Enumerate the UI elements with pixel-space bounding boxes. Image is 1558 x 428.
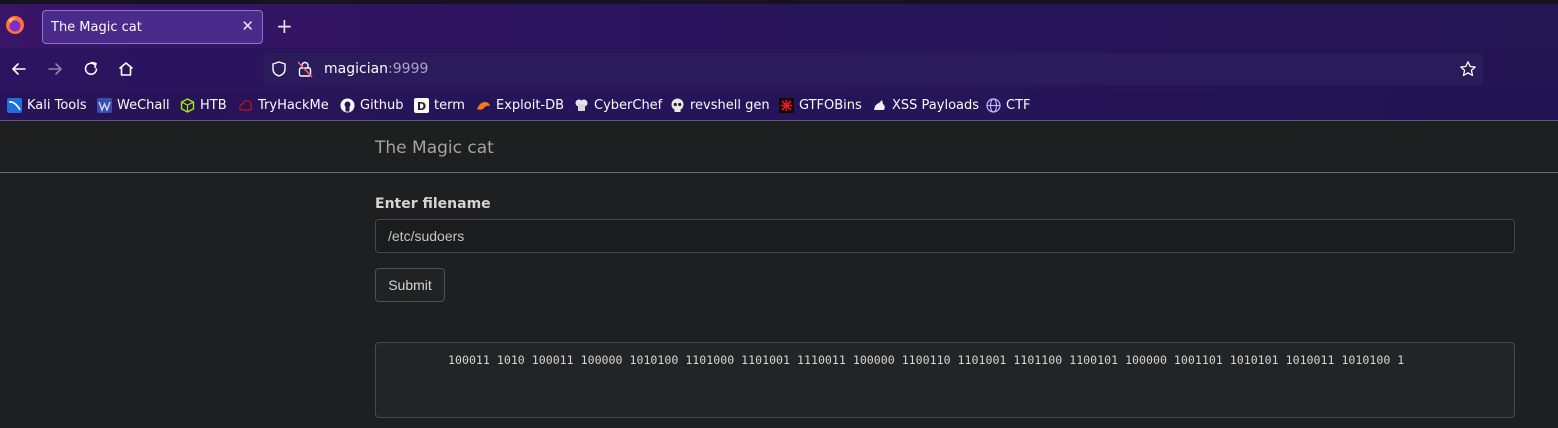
page-content: The Magic cat Enter filename Submit 1000… xyxy=(0,122,1558,428)
url-bar[interactable]: magician:9999 xyxy=(263,53,1483,85)
reload-icon[interactable] xyxy=(81,59,101,79)
term-icon: D xyxy=(414,97,429,113)
bookmark-xss-payloads[interactable]: XSS Payloads xyxy=(872,96,979,114)
bookmark-label: CTF xyxy=(1006,97,1031,113)
bookmark-label: GTFOBins xyxy=(799,97,862,113)
svg-text:D: D xyxy=(417,100,426,113)
wechall-icon xyxy=(97,97,112,113)
bookmark-label: WeChall xyxy=(117,97,170,113)
kali-icon xyxy=(7,97,22,113)
close-tab-icon[interactable]: ✕ xyxy=(241,17,254,35)
bookmark-gtfobins[interactable]: GTFOBins xyxy=(779,96,862,114)
bookmark-revshell-gen[interactable]: revshell gen xyxy=(670,96,770,114)
bookmark-label: Exploit-DB xyxy=(496,97,565,113)
skull-icon xyxy=(671,98,684,112)
github-icon xyxy=(340,98,355,112)
file-output-text: 100011 1010 100011 100000 1010100 110100… xyxy=(448,353,1405,367)
file-output-box[interactable]: 100011 1010 100011 100000 1010100 110100… xyxy=(375,342,1515,418)
xss-icon xyxy=(874,99,885,110)
bookmark-term[interactable]: D term xyxy=(414,96,465,114)
bookmarks-toolbar: Kali Tools WeChall HTB TryHackMe Github … xyxy=(0,90,1558,121)
bookmark-cyberchef[interactable]: CyberChef xyxy=(574,96,662,114)
bookmark-tryhackme[interactable]: TryHackMe xyxy=(238,96,329,114)
htb-icon xyxy=(180,97,195,113)
url-host: magician xyxy=(324,61,389,77)
bookmark-star-icon[interactable] xyxy=(1459,60,1477,78)
site-navbar: The Magic cat xyxy=(0,122,1558,173)
filename-input[interactable] xyxy=(375,219,1515,253)
firefox-icon[interactable] xyxy=(5,15,25,35)
shield-icon[interactable] xyxy=(270,60,288,78)
exploitdb-icon xyxy=(477,101,490,110)
bookmark-label: TryHackMe xyxy=(258,97,329,113)
tab-the-magic-cat[interactable]: The Magic cat ✕ xyxy=(42,10,263,44)
bookmark-kali-tools[interactable]: Kali Tools xyxy=(7,96,87,114)
bookmark-label: term xyxy=(434,97,465,113)
tryhackme-icon xyxy=(239,99,252,111)
bookmark-label: Github xyxy=(360,97,404,113)
forward-arrow-icon[interactable] xyxy=(45,59,65,79)
globe-icon xyxy=(986,97,1001,113)
bookmark-label: revshell gen xyxy=(690,97,770,113)
gtfobins-icon xyxy=(779,97,794,113)
tab-strip: The Magic cat ✕ + xyxy=(0,0,1558,48)
bookmark-htb[interactable]: HTB xyxy=(180,96,227,114)
lock-insecure-icon[interactable] xyxy=(297,60,313,78)
bookmark-label: Kali Tools xyxy=(27,97,87,113)
tab-title: The Magic cat xyxy=(51,20,142,35)
url-port: :9999 xyxy=(388,61,429,77)
nav-toolbar: magician:9999 xyxy=(0,48,1558,90)
bookmark-label: HTB xyxy=(200,97,227,113)
bookmark-label: XSS Payloads xyxy=(892,97,980,113)
filename-label: Enter filename xyxy=(375,196,491,212)
bookmark-exploit-db[interactable]: Exploit-DB xyxy=(476,96,564,114)
bookmark-wechall[interactable]: WeChall xyxy=(97,96,170,114)
url-text[interactable]: magician:9999 xyxy=(324,61,428,77)
bookmark-ctf[interactable]: CTF xyxy=(986,96,1031,114)
submit-button[interactable]: Submit xyxy=(375,268,445,302)
bookmark-github[interactable]: Github xyxy=(340,96,404,114)
cyberchef-icon xyxy=(575,99,588,111)
bookmark-label: CyberChef xyxy=(594,97,663,113)
back-arrow-icon[interactable] xyxy=(9,59,29,79)
home-icon[interactable] xyxy=(116,59,136,79)
site-brand[interactable]: The Magic cat xyxy=(375,138,494,158)
new-tab-icon[interactable]: + xyxy=(276,16,293,36)
